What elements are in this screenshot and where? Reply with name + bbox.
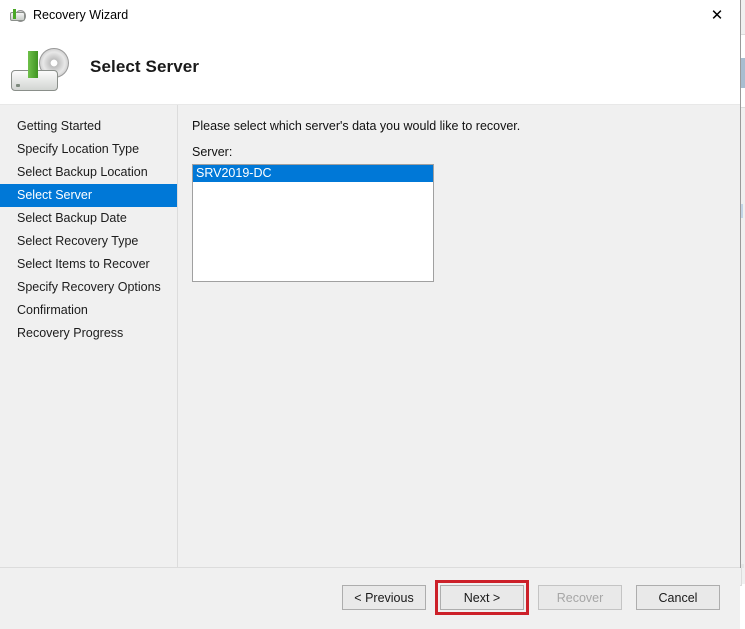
wizard-footer: < Previous Next > Recover Cancel — [0, 567, 740, 629]
next-button-wrapper: Next > — [435, 580, 529, 615]
cancel-button[interactable]: Cancel — [636, 585, 720, 610]
sidebar-item-specify-recovery-options[interactable]: Specify Recovery Options — [0, 276, 177, 299]
sidebar-item-getting-started[interactable]: Getting Started — [0, 115, 177, 138]
close-icon[interactable]: ✕ — [694, 0, 740, 30]
server-field-label: Server: — [192, 145, 233, 159]
wizard-step-sidebar: Getting Started Specify Location Type Se… — [0, 105, 178, 567]
title-bar: Recovery Wizard ✕ — [0, 0, 740, 30]
wizard-content-panel: Please select which server's data you wo… — [178, 105, 740, 567]
instruction-text: Please select which server's data you wo… — [192, 119, 521, 133]
recovery-disk-icon — [8, 6, 26, 24]
sidebar-item-select-server[interactable]: Select Server — [0, 184, 177, 207]
list-item[interactable]: SRV2019-DC — [193, 165, 433, 182]
sidebar-item-confirmation[interactable]: Confirmation — [0, 299, 177, 322]
sidebar-item-select-recovery-type[interactable]: Select Recovery Type — [0, 230, 177, 253]
sidebar-item-recovery-progress[interactable]: Recovery Progress — [0, 322, 177, 345]
window-title: Recovery Wizard — [33, 8, 129, 22]
server-listbox[interactable]: SRV2019-DC — [192, 164, 434, 282]
footer-button-row: < Previous Next > Recover Cancel — [342, 580, 720, 615]
sidebar-item-select-backup-date[interactable]: Select Backup Date — [0, 207, 177, 230]
page-title: Select Server — [90, 57, 200, 76]
recovery-disk-icon — [10, 39, 70, 95]
recovery-wizard-window: Recovery Wizard ✕ Select Server Getting … — [0, 0, 741, 629]
sidebar-item-select-backup-location[interactable]: Select Backup Location — [0, 161, 177, 184]
recover-button: Recover — [538, 585, 622, 610]
wizard-header: Select Server — [0, 30, 740, 105]
next-button[interactable]: Next > — [440, 585, 524, 610]
previous-button[interactable]: < Previous — [342, 585, 426, 610]
sidebar-item-select-items-to-recover[interactable]: Select Items to Recover — [0, 253, 177, 276]
sidebar-item-specify-location-type[interactable]: Specify Location Type — [0, 138, 177, 161]
wizard-body: Getting Started Specify Location Type Se… — [0, 105, 740, 567]
